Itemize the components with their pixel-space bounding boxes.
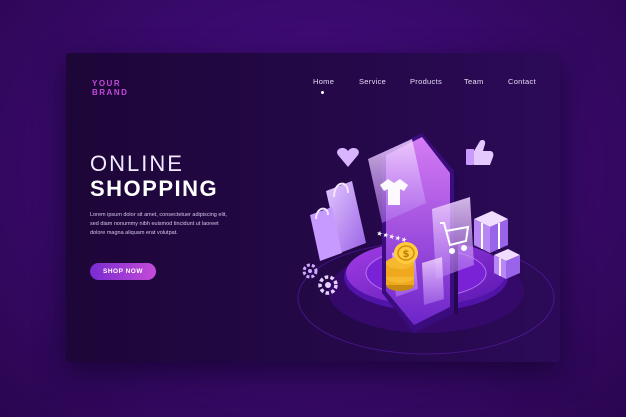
brand-line-1: YOUR [92, 79, 122, 88]
coin-symbol: $ [403, 249, 410, 260]
brand-logo[interactable]: YOUR BRAND [92, 79, 152, 97]
hero-description: Lorem ipsum dolor sit amet, consectetuer… [90, 211, 250, 238]
nav-item-products[interactable]: Products [410, 77, 442, 86]
brand-line-2: BRAND [92, 88, 129, 97]
nav-item-home[interactable]: Home [313, 77, 334, 86]
thumbs-up-icon [466, 140, 494, 165]
hero-description-line: dolore magna aliquam erat volutpat. [90, 230, 178, 236]
nav-item-contact[interactable]: Contact [508, 77, 536, 86]
nav-item-service[interactable]: Service [359, 77, 386, 86]
shopping-illustration: ★★★★★ $ [297, 133, 555, 355]
hero-title-line-1: ONLINE [90, 151, 184, 176]
hero-title-line-2: SHOPPING [90, 176, 219, 201]
heart-icon [337, 148, 359, 167]
nav-item-team[interactable]: Team [464, 77, 484, 86]
hero-description-line: Lorem ipsum dolor sit amet, consectetuer… [90, 212, 227, 218]
shopping-bag-icon [310, 181, 366, 261]
hero-description-line: sed diam nonummy nibh euismod tincidunt … [90, 221, 219, 227]
shop-now-button[interactable]: SHOP NOW [90, 263, 156, 280]
landing-panel: YOUR BRAND Home Service Products Team Co… [66, 53, 560, 362]
